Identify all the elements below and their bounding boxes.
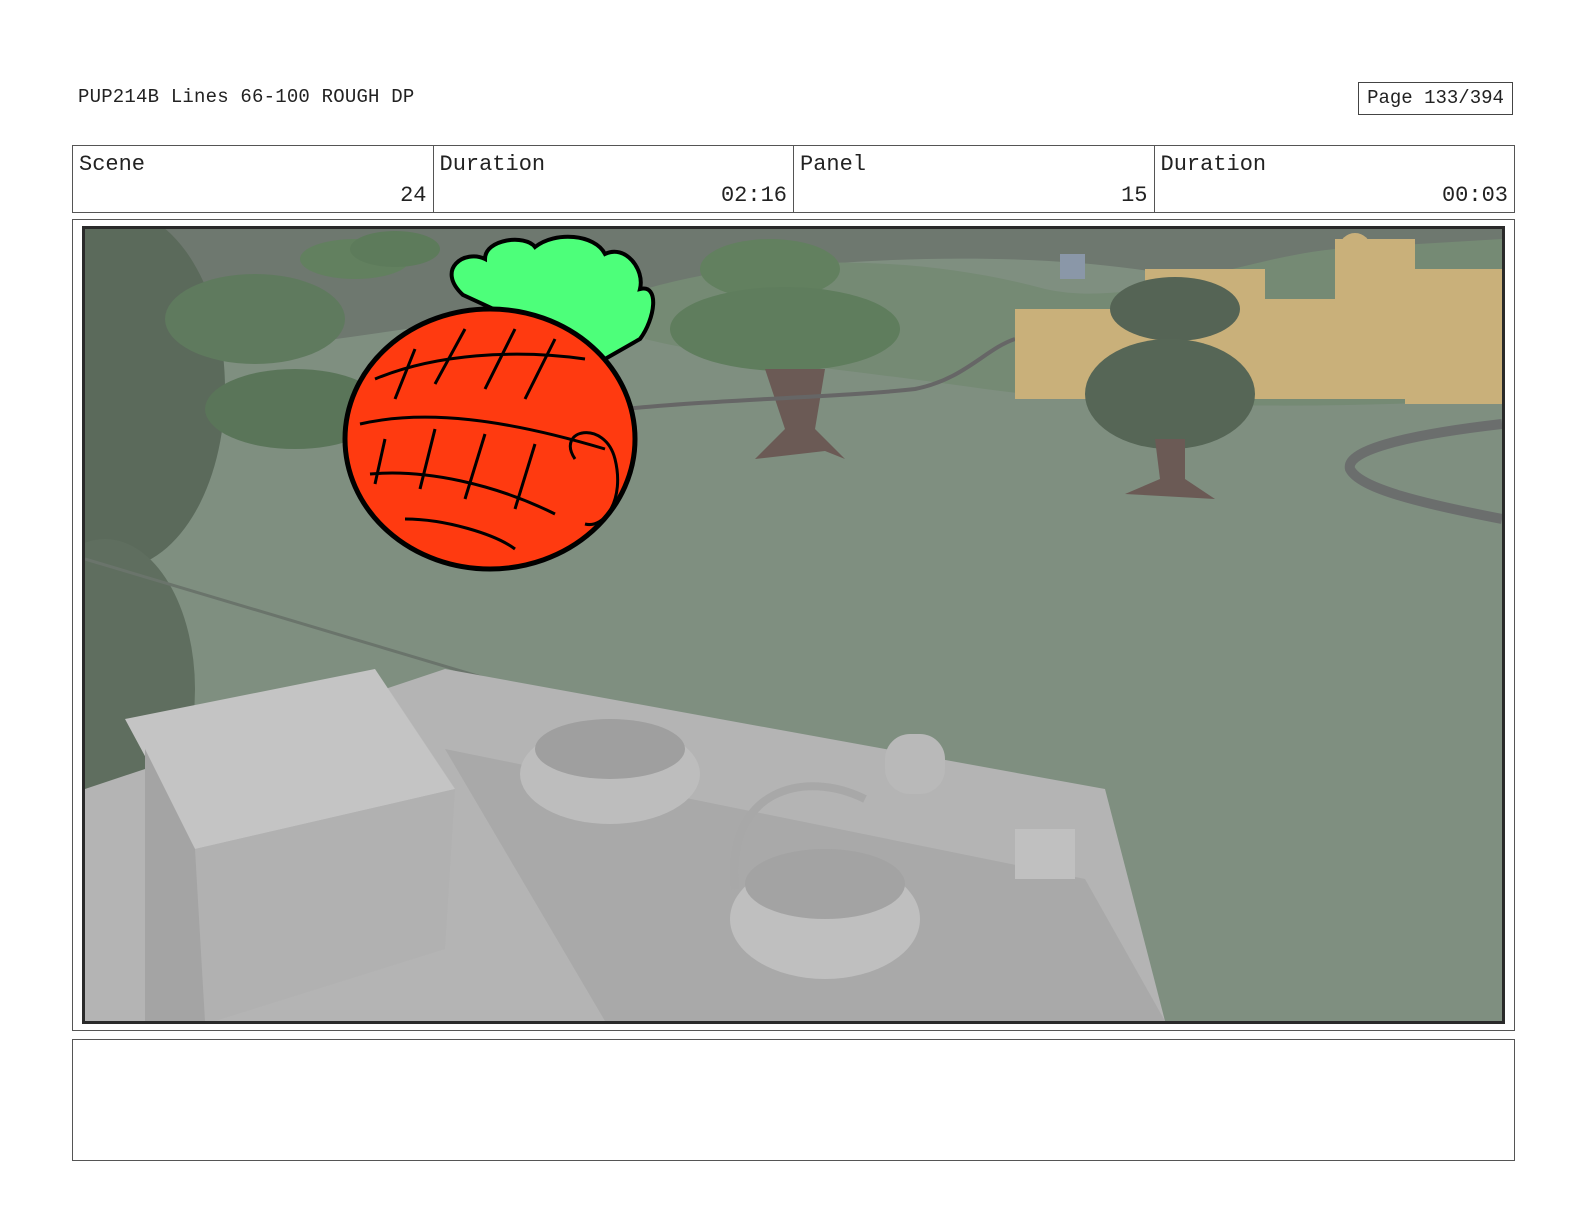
storyboard-panel-image <box>82 226 1505 1024</box>
panel-duration-cell: Duration 00:03 <box>1155 146 1515 212</box>
panel-notes-box <box>72 1039 1515 1161</box>
panel-duration-value: 00:03 <box>1441 183 1508 208</box>
panel-cell: Panel 15 <box>794 146 1155 212</box>
scene-duration-value: 02:16 <box>720 183 787 208</box>
scene-value: 24 <box>400 183 427 208</box>
panel-value: 15 <box>1121 183 1148 208</box>
scene-cell: Scene 24 <box>73 146 434 212</box>
page-number: Page 133/394 <box>1358 82 1513 115</box>
right-tree-top <box>1110 277 1240 341</box>
tree-canopy <box>350 231 440 267</box>
scene-label: Scene <box>79 152 146 177</box>
scene-info-table: Scene 24 Duration 02:16 Panel 15 Duratio… <box>72 145 1515 213</box>
town-sign <box>1060 254 1085 279</box>
center-tree-mid <box>670 287 900 371</box>
panel-duration-label: Duration <box>1160 152 1267 177</box>
scene-duration-label: Duration <box>439 152 546 177</box>
storyboard-panel-frame <box>72 219 1515 1031</box>
scene-illustration <box>85 229 1502 1021</box>
document-title: PUP214B Lines 66-100 ROUGH DP <box>78 86 415 108</box>
scene-duration-cell: Duration 02:16 <box>434 146 794 212</box>
right-tree-canopy <box>1085 339 1255 449</box>
panel-label: Panel <box>800 152 867 177</box>
tree-canopy <box>165 274 345 364</box>
